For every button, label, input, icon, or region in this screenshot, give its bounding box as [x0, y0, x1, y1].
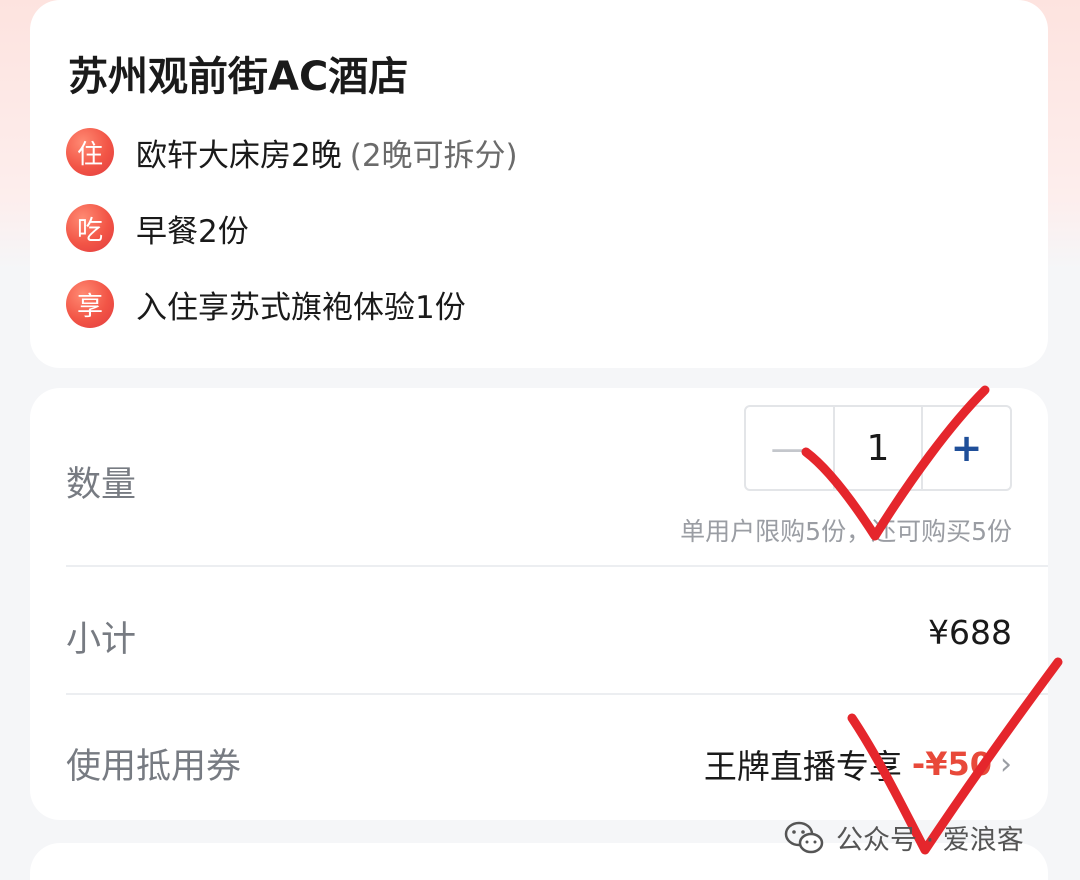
- wechat-icon: [784, 821, 824, 853]
- subtotal-label: 小计: [66, 620, 137, 660]
- quantity-stepper[interactable]: — 1 +: [744, 405, 1012, 491]
- package-card: 苏州观前街AC酒店 住 欧轩大床房2晚 (2晚可拆分) 吃 早餐2份 享 入住享…: [30, 0, 1048, 368]
- watermark-text: 公众号 · 爱浪客: [836, 825, 1024, 856]
- coupon-selector[interactable]: 王牌直播专享 -¥50 ›: [704, 740, 1012, 788]
- perk-meal-text: 早餐2份: [136, 213, 249, 250]
- quantity-label: 数量: [66, 465, 137, 505]
- perk-stay: 住 欧轩大床房2晚 (2晚可拆分): [66, 127, 518, 177]
- decrease-button[interactable]: —: [746, 407, 833, 489]
- stay-badge-icon: 住: [66, 128, 114, 176]
- enjoy-badge-icon: 享: [66, 280, 114, 328]
- perk-stay-text: 欧轩大床房2晚: [136, 137, 342, 174]
- watermark: 公众号 · 爱浪客: [784, 818, 1024, 857]
- increase-button[interactable]: +: [923, 407, 1010, 489]
- divider: [66, 565, 1048, 567]
- order-card: 数量 — 1 + 单用户限购5份，还可购买5份 小计 ¥688 使用抵用券 王牌…: [30, 388, 1048, 820]
- chevron-right-icon: ›: [1000, 746, 1012, 782]
- subtotal-value: ¥688: [928, 613, 1012, 652]
- coupon-name: 王牌直播专享: [703, 747, 902, 786]
- perk-meal: 吃 早餐2份: [66, 203, 249, 253]
- hotel-name: 苏州观前街AC酒店: [68, 54, 409, 100]
- perk-stay-note: (2晚可拆分): [349, 137, 518, 174]
- perk-enjoy-text: 入住享苏式旗袍体验1份: [136, 289, 466, 326]
- divider: [66, 693, 1048, 695]
- coupon-label: 使用抵用券: [66, 747, 242, 787]
- purchase-limit-note: 单用户限购5份，还可购买5份: [680, 517, 1012, 546]
- coupon-amount: -¥50: [911, 745, 992, 783]
- quantity-value[interactable]: 1: [833, 407, 924, 489]
- meal-badge-icon: 吃: [66, 204, 114, 252]
- perk-enjoy: 享 入住享苏式旗袍体验1份: [66, 279, 466, 329]
